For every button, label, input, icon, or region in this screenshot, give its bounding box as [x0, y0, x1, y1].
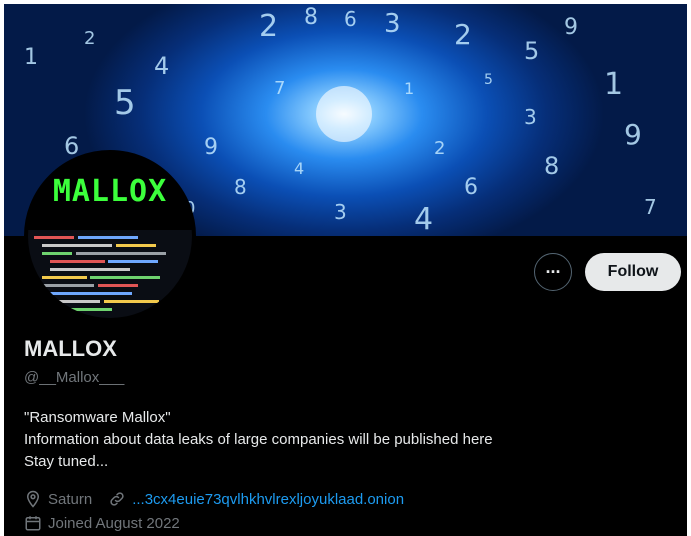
profile-meta-row: Saturn ...3cx4euie73qvlhkhvlrexljoyuklaa…: [24, 490, 404, 508]
svg-text:1: 1: [404, 79, 414, 98]
svg-text:7: 7: [644, 195, 657, 219]
svg-text:9: 9: [624, 118, 642, 151]
svg-text:2: 2: [84, 28, 95, 49]
svg-text:9: 9: [564, 15, 578, 40]
link-icon: [110, 492, 124, 506]
profile-page: 2 8 6 3 2 5 9 1 9 4 5 6 9 8 7 4 1 2 6 3: [4, 4, 687, 536]
profile-joined-date: Joined August 2022: [48, 514, 180, 532]
svg-text:2: 2: [434, 138, 445, 159]
avatar-code-image: [28, 230, 192, 318]
profile-bio: "Ransomware Mallox" Information about da…: [24, 407, 493, 473]
svg-text:4: 4: [414, 202, 433, 236]
svg-text:5: 5: [114, 83, 136, 123]
svg-text:4: 4: [154, 52, 169, 80]
profile-website-link[interactable]: ...3cx4euie73qvlhkhvlrexljoyuklaad.onion: [132, 491, 404, 508]
svg-text:6: 6: [464, 175, 478, 200]
profile-handle: @__Mallox___: [24, 369, 125, 386]
profile-avatar[interactable]: MALLOX: [24, 150, 196, 322]
svg-text:3: 3: [384, 9, 401, 39]
svg-text:8: 8: [234, 175, 247, 199]
avatar-logo: MALLOX: [52, 174, 168, 209]
svg-text:8: 8: [304, 5, 318, 30]
svg-text:3: 3: [334, 200, 347, 224]
svg-text:8: 8: [544, 152, 559, 180]
follow-button[interactable]: Follow: [585, 253, 681, 291]
svg-text:1: 1: [604, 67, 623, 102]
location-pin-icon: [26, 490, 40, 508]
more-options-button[interactable]: ···: [534, 253, 572, 291]
svg-text:7: 7: [274, 78, 285, 99]
profile-joined-row: Joined August 2022: [24, 514, 180, 532]
bio-line: Information about data leaks of large co…: [24, 431, 493, 448]
profile-display-name: MALLOX: [24, 336, 117, 361]
bio-line: "Ransomware Mallox": [24, 409, 171, 426]
svg-text:5: 5: [524, 37, 539, 65]
svg-text:3: 3: [524, 105, 537, 129]
svg-text:9: 9: [204, 135, 218, 160]
svg-text:1: 1: [24, 45, 38, 70]
calendar-icon: [25, 516, 41, 531]
svg-text:2: 2: [259, 9, 278, 44]
svg-text:5: 5: [484, 72, 493, 88]
profile-location: Saturn: [48, 490, 93, 508]
svg-text:4: 4: [294, 159, 304, 178]
svg-text:2: 2: [454, 18, 472, 51]
bio-line: Stay tuned...: [24, 453, 109, 470]
svg-text:6: 6: [344, 7, 357, 31]
